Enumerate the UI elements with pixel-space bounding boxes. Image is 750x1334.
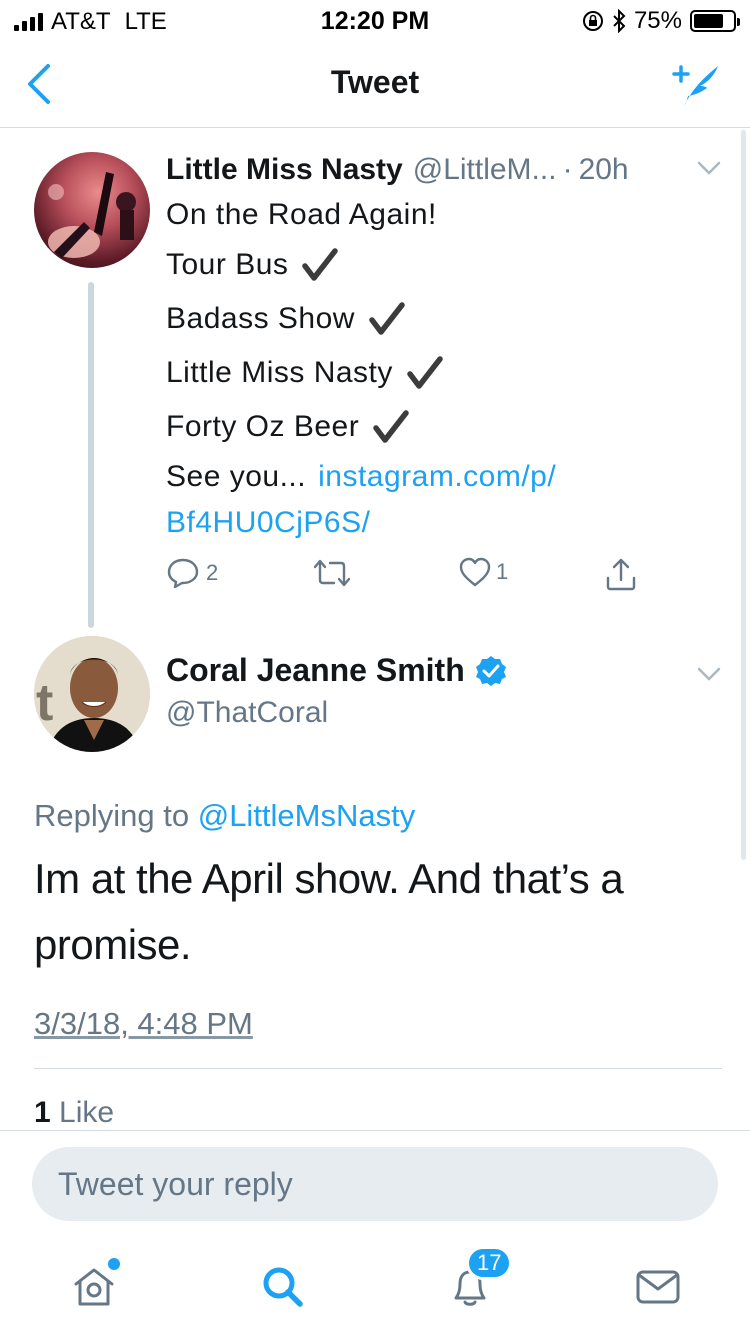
checkmark-icon	[302, 248, 339, 281]
retweet-icon	[313, 559, 351, 587]
tweet1-link-continued[interactable]: Bf4HU0CjP6S/	[166, 501, 370, 545]
tweet1-line: Badass Show	[166, 292, 726, 346]
avatar-image: t	[34, 636, 150, 752]
tweet1-line: Forty Oz Beer	[166, 400, 726, 454]
replying-to-mention[interactable]: @LittleMsNasty	[198, 798, 416, 833]
tweet1-author-name[interactable]: Little Miss Nasty	[166, 153, 403, 187]
checkmark-icon	[369, 302, 405, 335]
tweet1-line-text: Forty Oz Beer	[166, 410, 360, 443]
tweet2-author-name[interactable]: Coral Jeanne Smith	[166, 652, 465, 689]
tweet1-header: Little Miss Nasty @LittleM... · 20h	[166, 150, 726, 190]
reply-button[interactable]: 2	[166, 556, 218, 590]
tweet1-line-text: Little Miss Nasty	[166, 356, 393, 389]
reply-icon	[167, 558, 199, 589]
checkmark-icon	[373, 410, 409, 443]
battery-icon	[690, 10, 740, 32]
tweet1-body: On the Road Again! Tour Bus Badass Show …	[166, 192, 726, 546]
tweet1-author-handle[interactable]: @LittleM...	[413, 153, 557, 187]
new-content-dot	[108, 1258, 120, 1270]
tweet1-line-text: Tour Bus	[166, 248, 289, 281]
tweet2-likes[interactable]: 1 Like	[34, 1096, 114, 1130]
tweet1-timestamp: 20h	[578, 153, 629, 186]
retweet-button[interactable]	[312, 556, 352, 590]
replying-to-line: Replying to @LittleMsNasty	[34, 798, 415, 834]
envelope-icon	[636, 1270, 680, 1304]
tab-home[interactable]	[66, 1258, 122, 1314]
tweet1-link[interactable]: instagram.com/p/	[318, 455, 556, 499]
tweet1-line-text: Badass Show	[166, 302, 355, 335]
compose-tweet-button[interactable]	[670, 60, 722, 110]
tab-messages[interactable]	[630, 1258, 686, 1314]
replying-to-prefix: Replying to	[34, 798, 190, 833]
share-button[interactable]	[604, 556, 638, 592]
tweet1-line: On the Road Again!	[166, 192, 726, 238]
scroll-indicator	[741, 130, 746, 860]
tweet1-separator: ·	[562, 153, 573, 186]
orientation-lock-icon	[582, 11, 603, 31]
like-count: 1	[496, 559, 509, 584]
tweet2-likes-label: Like	[59, 1096, 115, 1129]
heart-icon	[459, 557, 491, 587]
tweet1-line: See you... instagram.com/p/	[166, 454, 726, 500]
status-right: 75%	[582, 7, 740, 35]
tab-search[interactable]	[254, 1258, 310, 1314]
bluetooth-icon	[613, 9, 626, 33]
tweet1-line: Little Miss Nasty	[166, 346, 726, 400]
avatar-little-miss-nasty[interactable]	[34, 152, 150, 268]
notifications-badge: 17	[466, 1246, 513, 1280]
svg-text:t: t	[36, 674, 53, 732]
tweet1-menu-button[interactable]	[696, 158, 722, 183]
tab-notifications[interactable]: 17	[442, 1246, 513, 1314]
page-title: Tweet	[330, 64, 420, 100]
tab-bar: 17	[0, 1234, 750, 1334]
status-bar: AT&T LTE 12:20 PM 75%	[0, 0, 750, 40]
tweet2-timestamp[interactable]: 3/3/18, 4:48 PM	[34, 1006, 253, 1042]
reply-count: 2	[206, 560, 219, 585]
battery-percent: 75%	[633, 7, 682, 34]
battery-fill	[694, 14, 723, 28]
compose-tweet-icon	[672, 65, 718, 106]
tweet1-line-text: On the Road Again!	[166, 198, 437, 231]
checkmark-icon	[407, 356, 443, 389]
share-icon	[606, 558, 636, 591]
tweet1-line: Bf4HU0CjP6S/	[166, 500, 726, 546]
like-button[interactable]: 1	[458, 556, 508, 588]
chevron-down-icon	[697, 161, 721, 175]
avatar-coral-jeanne-smith[interactable]: t	[34, 636, 150, 752]
tweet2-text: Im at the April show. And that’s a promi…	[34, 855, 624, 968]
search-icon	[263, 1267, 303, 1307]
divider	[34, 1068, 722, 1069]
tweet2-author-handle[interactable]: @ThatCoral	[166, 696, 328, 730]
tweet2-author-row: Coral Jeanne Smith	[166, 652, 507, 689]
tweet2-likes-count: 1	[34, 1096, 51, 1129]
reply-input[interactable]: Tweet your reply	[32, 1147, 718, 1221]
tweet1-actions: 2 1	[166, 556, 646, 596]
chevron-down-icon	[697, 667, 721, 681]
tweet1-line: Tour Bus	[166, 238, 726, 292]
navigation-bar: Tweet	[0, 40, 750, 128]
thread-connector-line	[88, 282, 94, 628]
avatar-image	[48, 172, 136, 258]
tweet1-see-you: See you...	[166, 460, 307, 493]
reply-bar: Tweet your reply	[0, 1130, 750, 1234]
tweet2-menu-button[interactable]	[696, 664, 722, 689]
verified-badge-icon	[475, 655, 506, 686]
